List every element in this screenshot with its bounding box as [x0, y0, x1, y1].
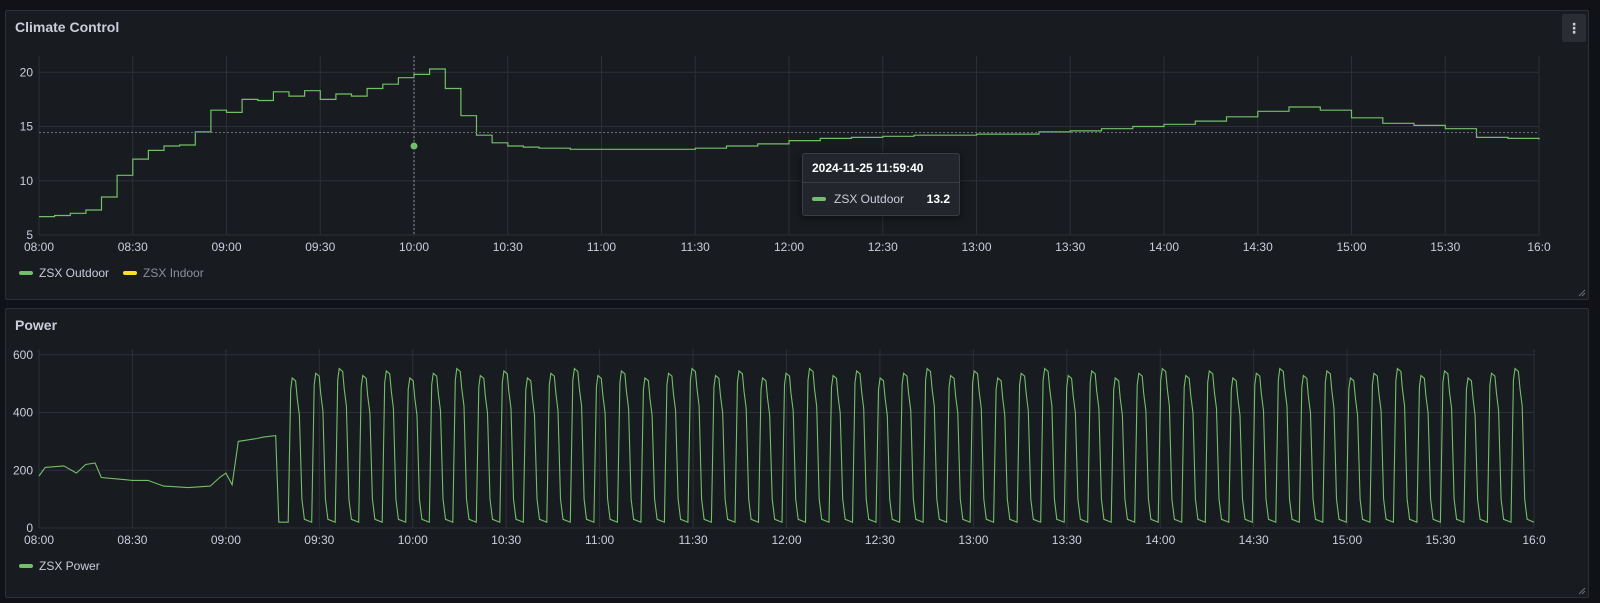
- tooltip-series-row: ZSX Outdoor 13.2: [803, 183, 959, 215]
- legend-item-zsx-power[interactable]: ZSX Power: [19, 559, 100, 573]
- resize-handle-icon[interactable]: [1576, 585, 1586, 595]
- x-tick-label: 16:0: [1527, 240, 1551, 254]
- y-tick-label: 10: [20, 174, 34, 188]
- legend-swatch: [123, 271, 138, 275]
- x-tick-label: 12:00: [774, 240, 804, 254]
- tooltip-swatch: [812, 197, 826, 201]
- x-tick-label: 11:00: [585, 533, 614, 547]
- x-tick-label: 12:00: [771, 533, 801, 547]
- x-tick-label: 15:30: [1430, 240, 1460, 254]
- x-tick-label: 11:30: [681, 240, 710, 254]
- chart-legend: ZSX Outdoor ZSX Indoor: [19, 266, 204, 280]
- y-tick-label: 200: [13, 463, 33, 477]
- climate-control-panel: Climate Control ⋮ 5 10 15 20 08:00 08:30 09:00…: [5, 10, 1589, 300]
- y-tick-label: 15: [20, 120, 34, 134]
- legend-label: ZSX Outdoor: [39, 266, 110, 280]
- y-tick-label: 400: [13, 406, 33, 420]
- legend-item-zsx-outdoor[interactable]: ZSX Outdoor: [19, 266, 109, 280]
- x-tick-label: 15:30: [1426, 533, 1456, 547]
- x-tick-label: 13:30: [1055, 240, 1085, 254]
- hover-tooltip: 2024-11-25 11:59:40 ZSX Outdoor 13.2: [802, 153, 960, 216]
- x-tick-label: 12:30: [868, 240, 898, 254]
- x-tick-label: 09:30: [305, 240, 335, 254]
- x-tick-label: 13:30: [1052, 533, 1082, 547]
- x-tick-label: 13:00: [961, 240, 991, 254]
- hover-point: [409, 141, 419, 151]
- x-tick-label: 10:30: [493, 240, 523, 254]
- x-tick-label: 08:30: [117, 533, 147, 547]
- tooltip-value: 13.2: [926, 192, 950, 206]
- x-tick-label: 14:00: [1145, 533, 1175, 547]
- power-chart[interactable]: 020040060008:00 08:30 09:00 09:30 10:00 10:30…: [6, 309, 1588, 597]
- x-tick-label: 09:00: [211, 533, 241, 547]
- x-tick-label: 11:00: [587, 240, 616, 254]
- x-tick-label: 12:30: [865, 533, 895, 547]
- x-tick-label: 08:00: [24, 240, 54, 254]
- tooltip-timestamp: 2024-11-25 11:59:40: [803, 154, 959, 183]
- x-tick-label: 08:30: [118, 240, 148, 254]
- legend-label: ZSX Power: [39, 559, 100, 573]
- x-tick-label: 14:00: [1149, 240, 1179, 254]
- x-tick-label: 14:30: [1243, 240, 1273, 254]
- x-tick-label: 10:30: [491, 533, 521, 547]
- legend-swatch: [19, 564, 33, 568]
- power-panel: Power 0 200 400 600 08:00 08:30 09:00 09:30 10:0…: [5, 308, 1589, 598]
- y-tick-label: 600: [13, 348, 33, 362]
- chart-legend: ZSX Power: [19, 559, 100, 573]
- x-tick-label: 10:00: [398, 533, 428, 547]
- x-tick-label: 16:0: [1522, 533, 1546, 547]
- x-tick-label: 15:00: [1336, 240, 1366, 254]
- x-tick-label: 14:30: [1239, 533, 1269, 547]
- y-tick-label: 20: [20, 65, 34, 79]
- climate-chart[interactable]: 510152008:00 08:30 09:00 09:30 10:00 10:30 11:…: [6, 11, 1588, 299]
- legend-label: ZSX Indoor: [143, 266, 204, 280]
- x-tick-label: 09:00: [211, 240, 241, 254]
- legend-item-zsx-indoor[interactable]: ZSX Indoor: [123, 266, 204, 280]
- x-tick-label: 15:00: [1332, 533, 1362, 547]
- tooltip-series-name: ZSX Outdoor: [834, 192, 905, 206]
- x-tick-label: 08:00: [24, 533, 54, 547]
- x-tick-label: 09:30: [304, 533, 334, 547]
- x-tick-label: 13:00: [958, 533, 988, 547]
- legend-swatch: [19, 271, 33, 275]
- resize-handle-icon[interactable]: [1576, 287, 1586, 297]
- x-tick-label: 11:30: [678, 533, 707, 547]
- x-tick-label: 10:00: [399, 240, 429, 254]
